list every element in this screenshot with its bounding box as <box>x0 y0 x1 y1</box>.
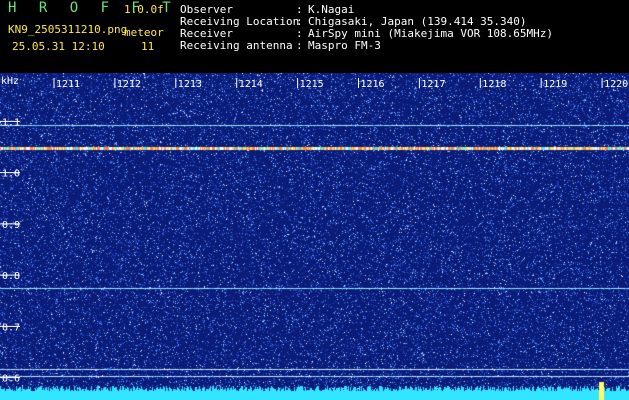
freq-tick-label: 0.8 <box>2 271 20 282</box>
time-tick-label: 1215 <box>300 79 324 90</box>
freq-unit-label: kHz <box>1 76 19 87</box>
time-tick-label: 1211 <box>56 79 80 90</box>
filename-label: KN9_2505311210.png <box>8 23 128 36</box>
datetime-label: 25.05.31 12:10 <box>12 40 105 53</box>
time-tick-label: 1218 <box>482 79 506 90</box>
time-tick-label: 1217 <box>421 79 445 90</box>
header-panel: H R O F F T 1.0.0f KN9_2505311210.png me… <box>0 0 629 73</box>
time-tick-label: 1220 <box>604 79 628 90</box>
version-label: 1.0.0f <box>124 3 164 16</box>
antenna-label: Receiving antenna <box>180 39 293 52</box>
time-tick-label: 1213 <box>178 79 202 90</box>
spectrogram-plot: kHz 1211 1212 1213 1214 1215 1216 1217 1218 1219 1… <box>0 73 629 400</box>
meteor-label: meteor <box>124 26 164 39</box>
spectrogram-overlay: kHz 1211 1212 1213 1214 1215 1216 1217 1218 1219 1… <box>0 76 628 385</box>
antenna-value: Maspro FM-3 <box>308 39 381 52</box>
time-tick-label: 1212 <box>117 79 141 90</box>
freq-tick-label: 0.7 <box>2 322 20 333</box>
freq-tick-label: 1.1 <box>2 117 20 128</box>
freq-tick-label: 0.6 <box>2 374 20 385</box>
time-tick-label: 1214 <box>239 79 263 90</box>
freq-tick-label: 1.0 <box>2 169 20 180</box>
time-tick-label: 1216 <box>361 79 385 90</box>
antenna-colon: : <box>296 39 303 52</box>
meteor-count: 11 <box>141 40 155 53</box>
freq-tick-label: 0.9 <box>2 220 20 231</box>
time-tick-label: 1219 <box>543 79 567 90</box>
